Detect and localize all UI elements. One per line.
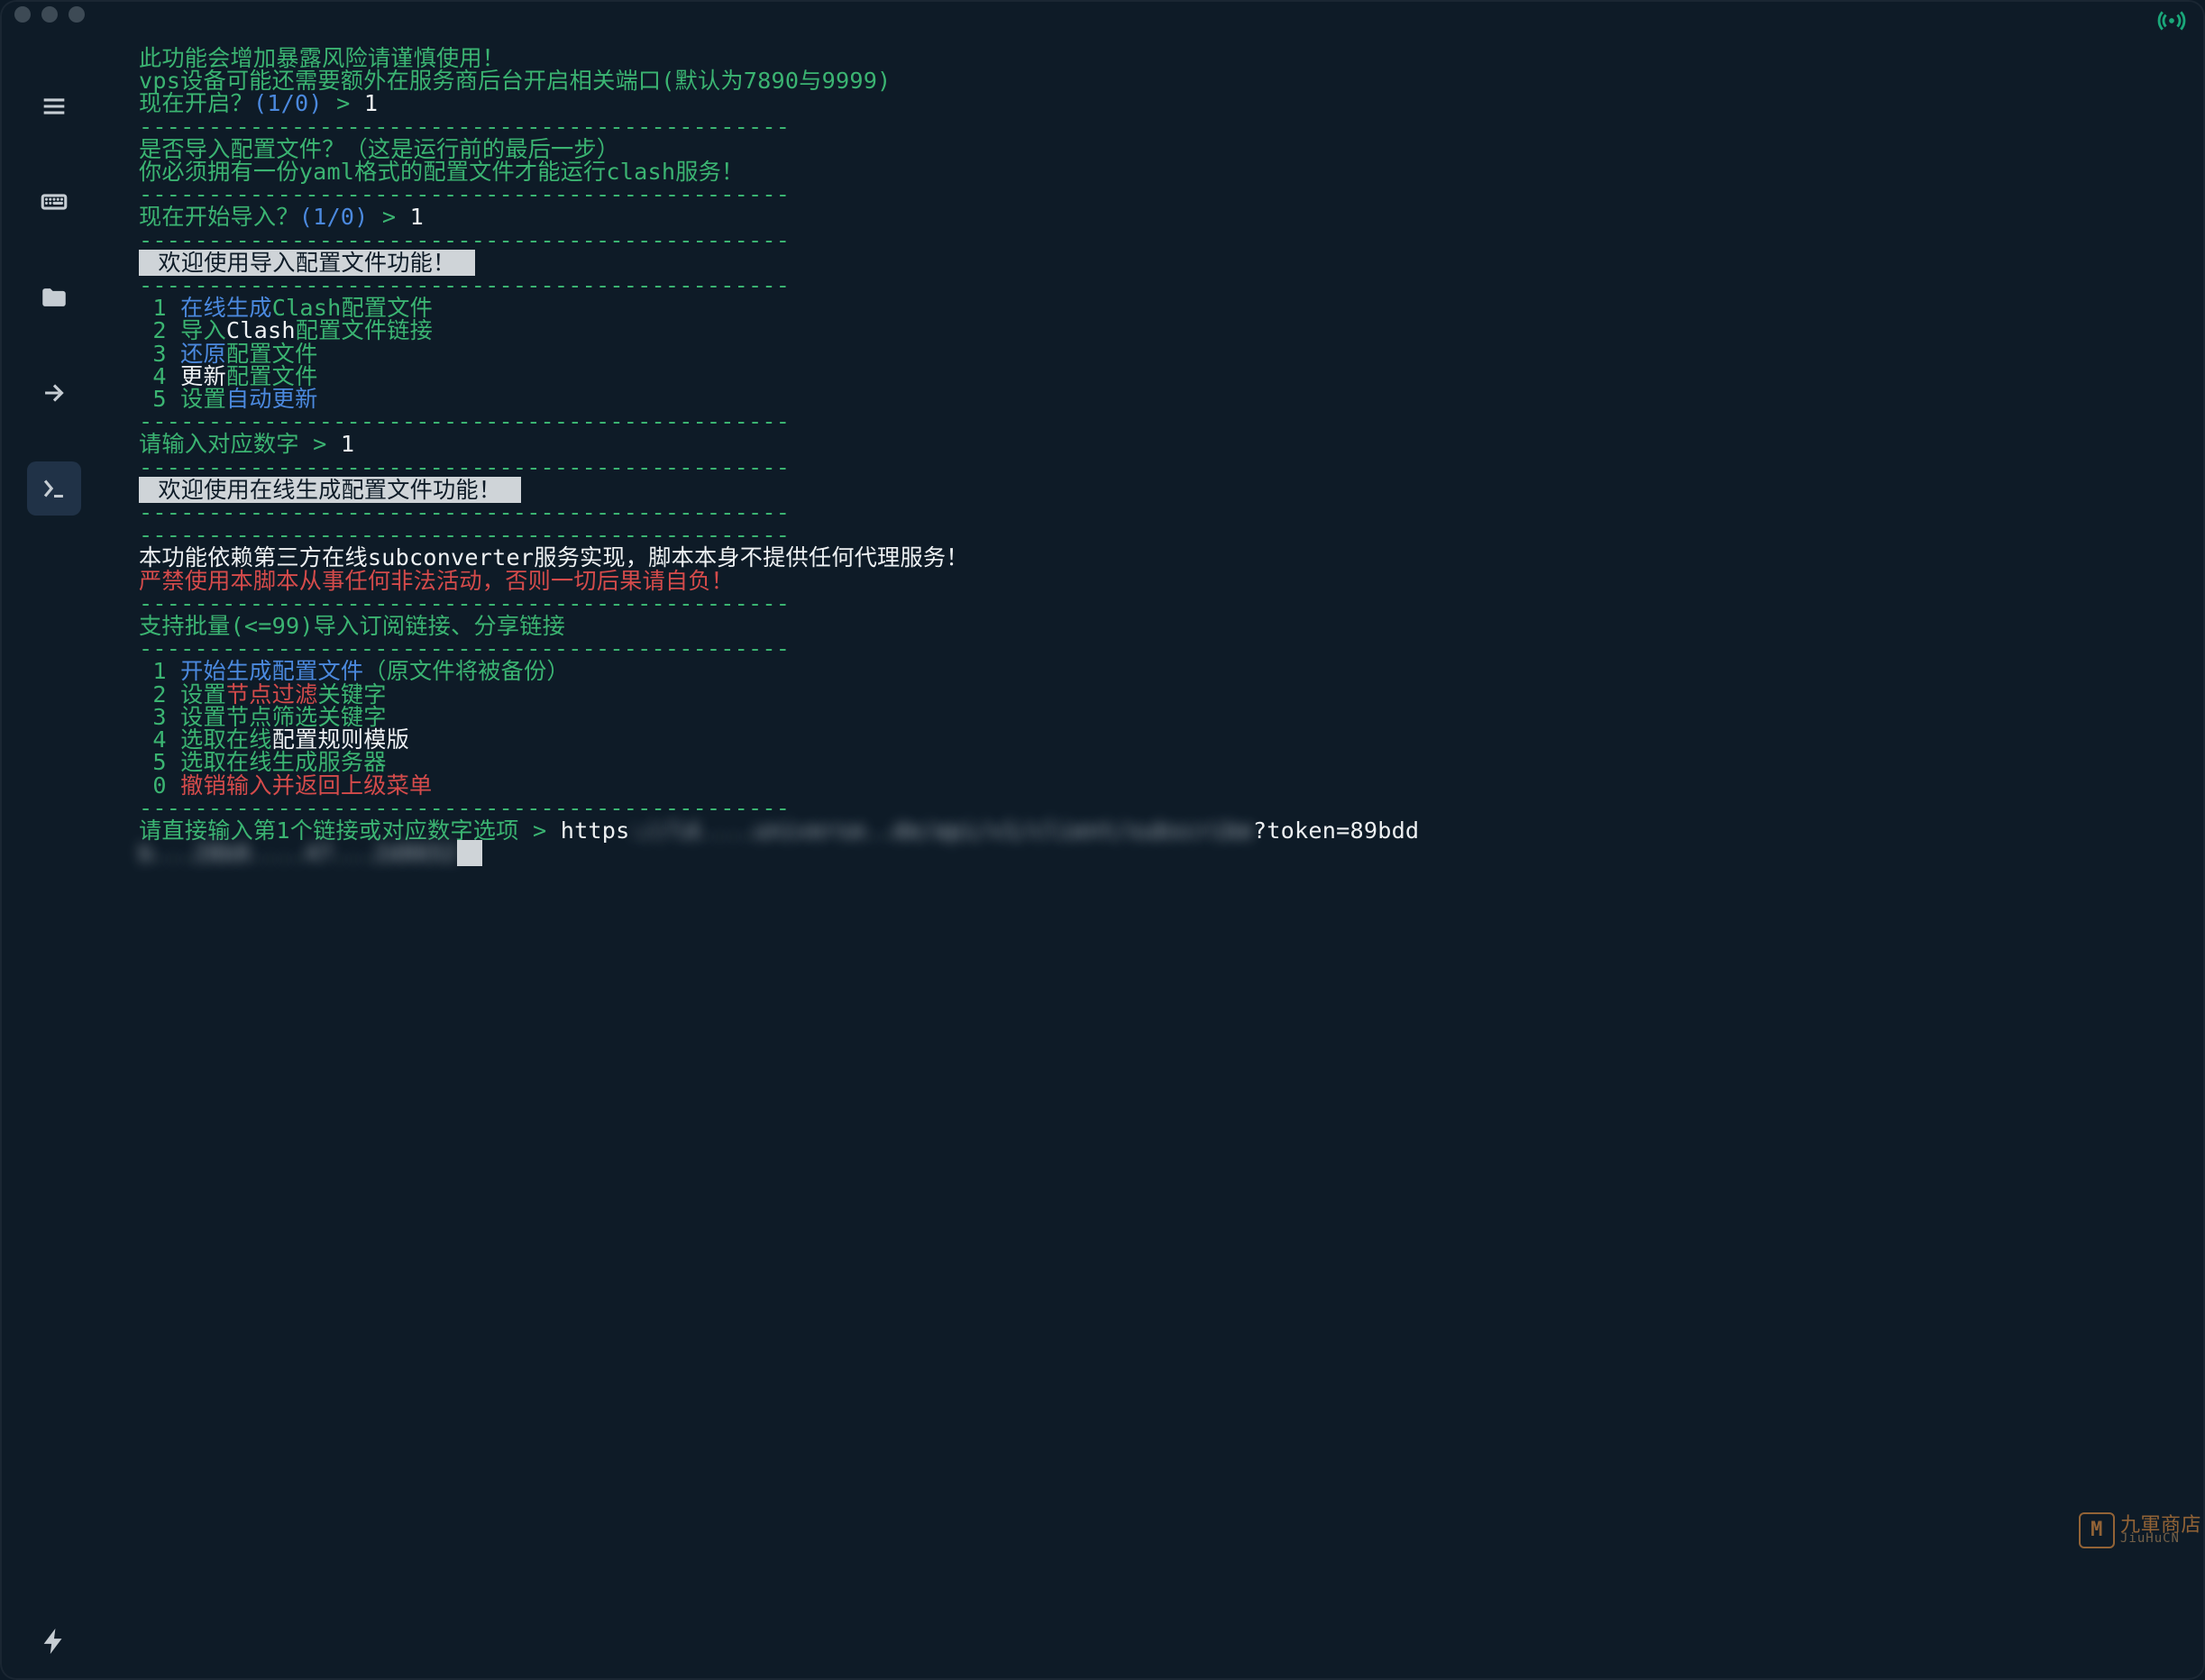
terminal-output: 此功能会增加暴露风险请谨慎使用！ vps设备可能还需要额外在服务商后台开启相关端… xyxy=(139,47,2174,864)
traffic-light-min[interactable] xyxy=(41,6,58,23)
app-window: 此功能会增加暴露风险请谨慎使用！ vps设备可能还需要额外在服务商后台开启相关端… xyxy=(0,0,2205,1680)
titlebar xyxy=(0,0,2205,29)
sidebar xyxy=(0,29,108,1680)
gt4: > xyxy=(533,817,546,844)
terminal-icon[interactable] xyxy=(27,461,81,516)
bolt-icon[interactable] xyxy=(27,1626,81,1680)
cursor xyxy=(457,840,481,866)
traffic-light-max[interactable] xyxy=(69,6,85,23)
m2-c0: （原文件将被备份） xyxy=(363,658,570,684)
line-warn2b: (默认为7890与9999) xyxy=(661,68,891,94)
url-prefix: https xyxy=(561,817,630,844)
watermark: M 九軍商店 JiuHuCN xyxy=(2079,1512,2201,1548)
url-line2: b...28b0....47...2d0652 xyxy=(139,840,457,866)
url-blur: ://ld....universe..de/api/v1/client/subs… xyxy=(630,817,1253,844)
terminal-pane[interactable]: 此功能会增加暴露风险请谨慎使用！ vps设备可能还需要额外在服务商后台开启相关端… xyxy=(108,29,2205,1680)
url-suffix: ?token=89bdd xyxy=(1253,817,1419,844)
menu-icon[interactable] xyxy=(27,79,81,133)
keyboard-icon[interactable] xyxy=(27,175,81,229)
traffic-light-close[interactable] xyxy=(14,6,31,23)
folder-icon[interactable] xyxy=(27,270,81,324)
watermark-logo: M xyxy=(2079,1512,2115,1548)
share-icon[interactable] xyxy=(27,366,81,420)
